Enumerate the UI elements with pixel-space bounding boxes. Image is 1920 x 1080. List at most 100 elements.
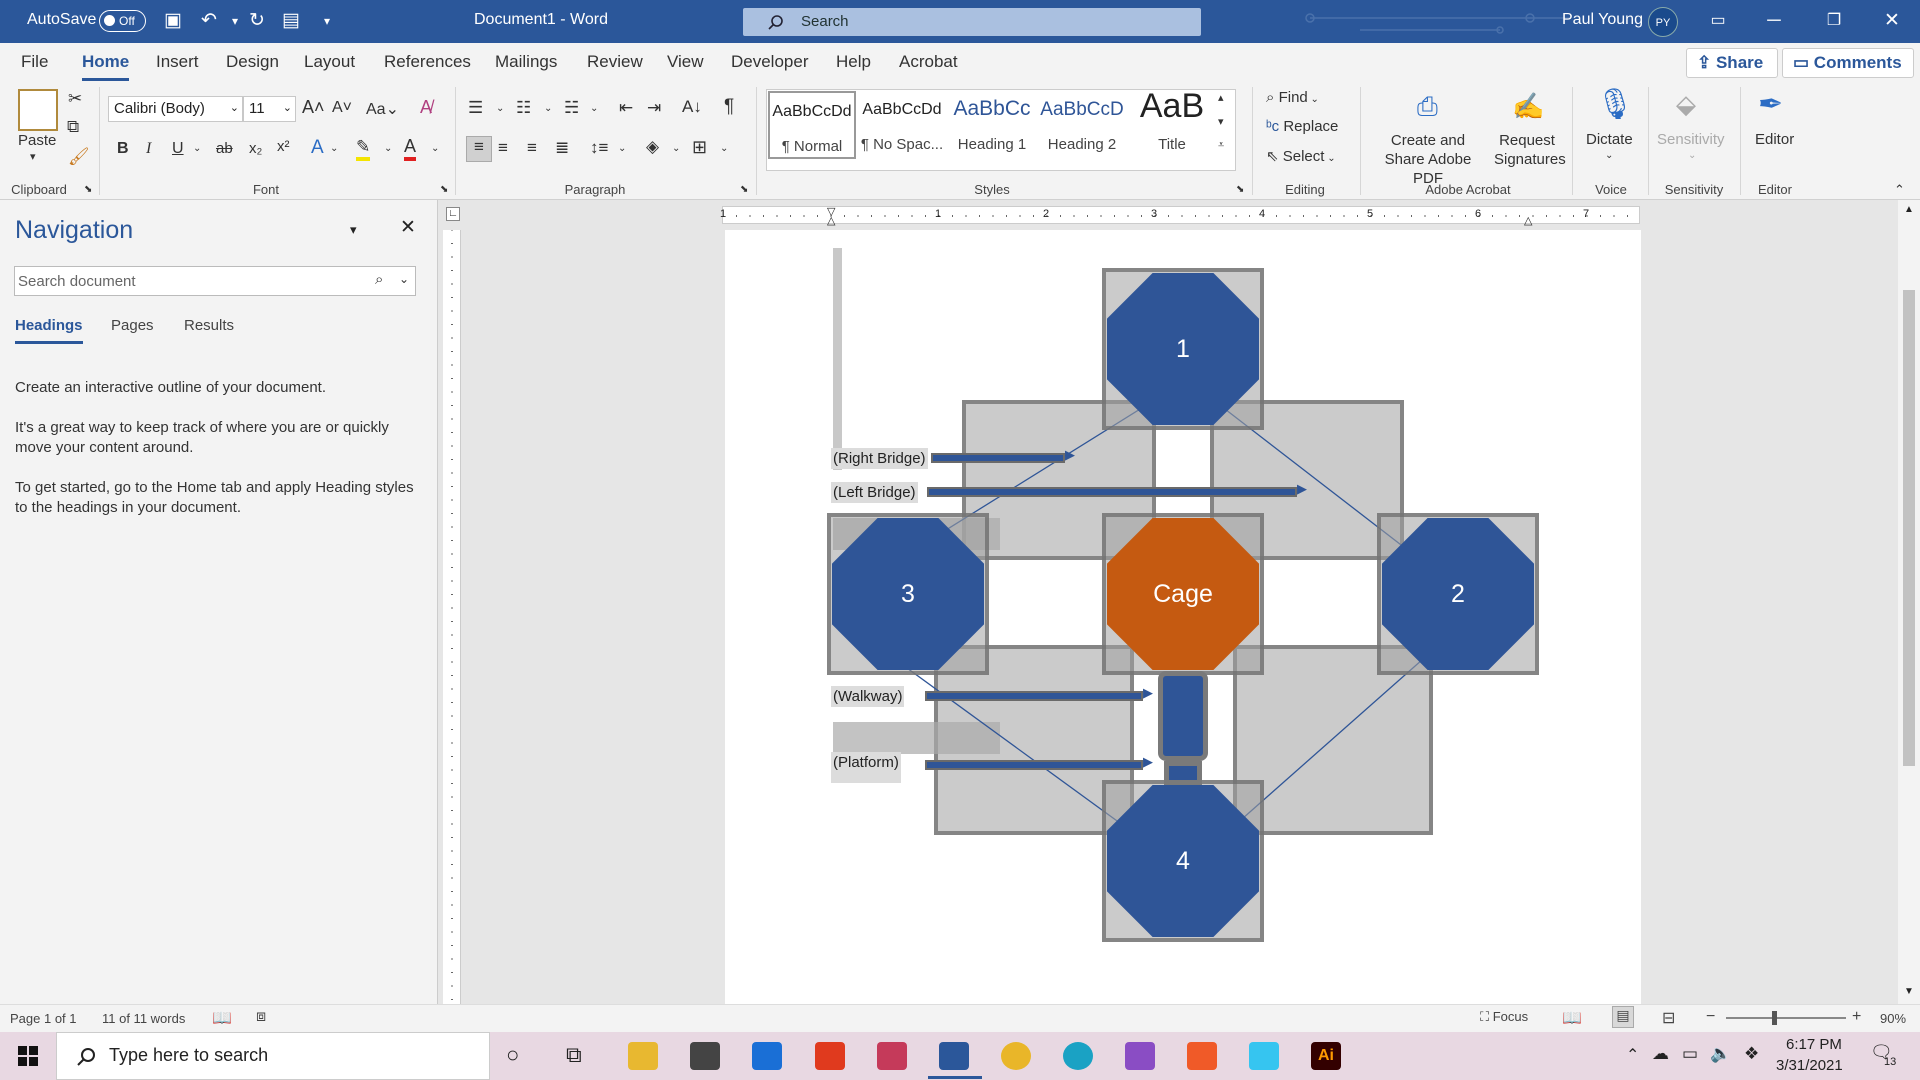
zoom-slider-thumb[interactable] — [1772, 1011, 1777, 1025]
ribbon-display-options-icon[interactable]: ▭ — [1690, 0, 1746, 43]
accessibility-icon[interactable]: ⧈ — [256, 1008, 266, 1026]
battery-icon[interactable]: ▭ — [1682, 1044, 1698, 1064]
tab-file[interactable]: File — [21, 52, 48, 72]
walkway-arrow[interactable]: ▶ — [925, 685, 1153, 701]
horizontal-ruler[interactable]: 1 1 2 3 4 5 6 7 ▽ △ △ — [720, 206, 1640, 227]
left-indent-marker[interactable]: △ — [827, 214, 835, 227]
sort-icon[interactable]: A↓ — [682, 97, 702, 117]
label-left-bridge[interactable]: (Left Bridge) — [831, 482, 918, 503]
read-mode-icon[interactable]: 📖 — [1562, 1008, 1582, 1028]
platform-arrow[interactable]: ▶ — [925, 754, 1153, 770]
align-left-icon[interactable]: ≡ — [466, 136, 492, 162]
style-heading-2[interactable]: AaBbCcD Heading 2 — [1038, 91, 1126, 159]
walkway-shape[interactable] — [1158, 671, 1208, 761]
new-document-icon[interactable]: ▤ — [278, 9, 304, 32]
minimize-icon[interactable]: ─ — [1746, 0, 1802, 43]
search-options-icon[interactable]: ⌄ — [399, 272, 409, 286]
clear-formatting-icon[interactable]: A̸ — [420, 97, 432, 118]
paste-dropdown-icon[interactable]: ▾ — [30, 150, 36, 163]
pane-options-icon[interactable]: ▾ — [350, 222, 357, 238]
clock-time[interactable]: 6:17 PM — [1786, 1036, 1842, 1053]
align-center-icon[interactable]: ≡ — [498, 138, 508, 158]
clipboard-launcher-icon[interactable]: ⬊ — [84, 184, 92, 195]
styles-scroll-up-icon[interactable]: ▴ — [1218, 91, 1224, 104]
shading-dropdown-icon[interactable]: ⌄ — [672, 143, 680, 154]
tab-insert[interactable]: Insert — [156, 52, 199, 72]
change-case-icon[interactable]: Aa⌄ — [366, 99, 399, 119]
text-effects-dropdown-icon[interactable]: ⌄ — [330, 143, 338, 154]
tab-review[interactable]: Review — [587, 52, 643, 72]
search-icon[interactable]: ⌕ — [375, 271, 383, 288]
replace-button[interactable]: ᵇc Replace — [1266, 118, 1338, 135]
create-pdf-icon[interactable]: ⎙ — [1417, 91, 1438, 123]
tab-acrobat[interactable]: Acrobat — [899, 52, 958, 72]
numbering-icon[interactable]: ☷ — [516, 98, 531, 118]
tab-developer[interactable]: Developer — [731, 52, 809, 72]
brave-icon[interactable] — [1187, 1042, 1217, 1070]
show-hidden-icons-icon[interactable]: ⌃ — [1626, 1045, 1639, 1065]
platform-shape[interactable] — [1164, 761, 1202, 785]
subscript-icon[interactable]: x₂ — [249, 140, 262, 157]
restore-icon[interactable]: ❐ — [1806, 0, 1862, 43]
web-layout-icon[interactable]: ⊟ — [1662, 1008, 1675, 1028]
dictate-dropdown-icon[interactable]: ⌄ — [1605, 150, 1613, 161]
tab-selector-icon[interactable]: ∟ — [446, 207, 460, 221]
tab-results[interactable]: Results — [184, 317, 234, 334]
font-launcher-icon[interactable]: ⬊ — [440, 184, 448, 195]
avatar[interactable]: PY — [1648, 7, 1678, 37]
windows-start-icon[interactable] — [18, 1046, 38, 1066]
font-color-dropdown-icon[interactable]: ⌄ — [431, 143, 439, 154]
italic-icon[interactable]: I — [146, 140, 151, 158]
undo-icon[interactable]: ↶ — [196, 9, 222, 32]
scrollbar-thumb[interactable] — [1903, 290, 1915, 766]
connector-line[interactable] — [884, 651, 1136, 835]
proofing-icon[interactable]: 📖 — [212, 1008, 232, 1028]
decrease-indent-icon[interactable]: ⇤ — [619, 98, 633, 118]
styles-launcher-icon[interactable]: ⬊ — [1236, 184, 1244, 195]
right-indent-marker[interactable]: △ — [1524, 214, 1532, 227]
tab-references[interactable]: References — [384, 52, 471, 72]
save-icon[interactable]: ▣ — [160, 9, 186, 32]
task-view-icon[interactable]: ⧉ — [566, 1042, 582, 1068]
tab-layout[interactable]: Layout — [304, 52, 355, 72]
zoom-level[interactable]: 90% — [1880, 1011, 1906, 1026]
visual-studio-icon[interactable] — [1125, 1042, 1155, 1070]
zoom-slider[interactable] — [1726, 1017, 1846, 1019]
font-color-icon[interactable]: A — [404, 136, 417, 161]
scroll-up-icon[interactable]: ▲ — [1904, 204, 1914, 215]
label-walkway[interactable]: (Walkway) — [831, 686, 905, 707]
borders-dropdown-icon[interactable]: ⌄ — [720, 143, 728, 154]
dropbox-icon[interactable]: ❖ — [1744, 1044, 1759, 1064]
tab-home[interactable]: Home — [82, 52, 130, 81]
tab-design[interactable]: Design — [226, 52, 279, 72]
highlight-dropdown-icon[interactable]: ⌄ — [384, 143, 392, 154]
show-formatting-icon[interactable]: ¶ — [724, 96, 734, 118]
node-2[interactable]: 2 — [1382, 518, 1534, 670]
style-normal[interactable]: AaBbCcDd ¶ Normal — [768, 91, 856, 159]
label-right-bridge[interactable]: (Right Bridge) — [831, 448, 928, 469]
style-title[interactable]: AaB Title — [1128, 87, 1216, 159]
format-painter-icon[interactable]: 🖌 — [68, 147, 90, 167]
microphone-icon[interactable]: 🎙 — [1596, 87, 1634, 122]
vertical-ruler[interactable] — [443, 229, 461, 1004]
node-1[interactable]: 1 — [1107, 273, 1259, 425]
multilevel-dropdown-icon[interactable]: ⌄ — [590, 103, 598, 114]
microsoft-store-icon[interactable] — [690, 1042, 720, 1070]
styles-more-icon[interactable]: ⩡ — [1218, 139, 1224, 152]
underline-dropdown-icon[interactable]: ⌄ — [193, 143, 201, 154]
tab-help[interactable]: Help — [836, 52, 871, 72]
bullets-icon[interactable]: ☰ — [468, 98, 483, 118]
paragraph-launcher-icon[interactable]: ⬊ — [740, 184, 748, 195]
line-spacing-icon[interactable]: ↕≡ — [590, 138, 608, 158]
editor-icon[interactable]: ✒ — [1758, 87, 1783, 122]
editor-button[interactable]: Editor — [1755, 131, 1794, 148]
strikethrough-icon[interactable]: ab — [216, 140, 233, 157]
highlight-icon[interactable]: ✎ — [356, 137, 371, 161]
comments-button[interactable]: ▭ Comments — [1782, 48, 1914, 78]
request-signatures-button[interactable]: Request Signatures — [1494, 131, 1566, 169]
share-button[interactable]: ⇪ Share — [1686, 48, 1778, 78]
superscript-icon[interactable]: x² — [277, 138, 290, 155]
styles-scroll-down-icon[interactable]: ▾ — [1218, 115, 1224, 128]
style-no-spacing[interactable]: AaBbCcDd ¶ No Spac... — [858, 91, 946, 159]
align-right-icon[interactable]: ≡ — [527, 138, 537, 158]
